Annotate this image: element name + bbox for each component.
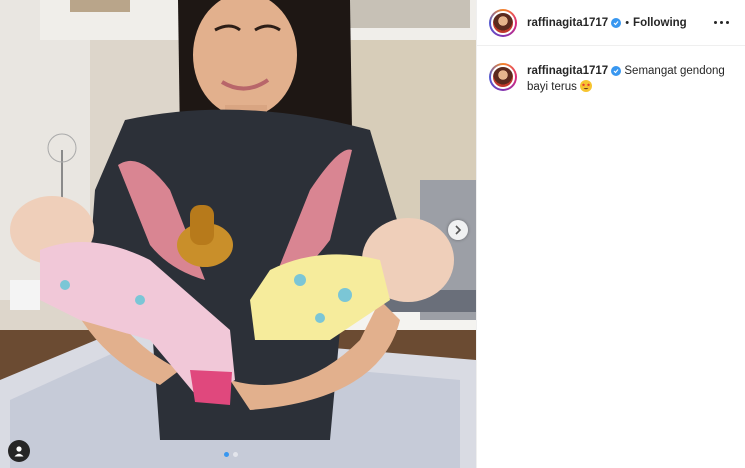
chevron-right-icon xyxy=(455,225,462,235)
caption-body: raffinagita1717 Semangat gendong bayi te… xyxy=(527,63,727,95)
star-struck-emoji-icon xyxy=(579,80,592,92)
photo-illustration xyxy=(0,0,476,468)
next-photo-button[interactable] xyxy=(448,220,468,240)
following-button[interactable]: Following xyxy=(633,17,687,29)
avatar[interactable] xyxy=(489,63,517,91)
post-photo[interactable] xyxy=(0,0,476,468)
profile-picture xyxy=(491,10,515,35)
verified-badge-icon xyxy=(611,65,622,76)
username-link[interactable]: raffinagita1717 xyxy=(527,17,608,29)
user-tag-icon xyxy=(14,446,24,457)
tagged-users-button[interactable] xyxy=(8,440,30,462)
carousel-dot-active xyxy=(224,452,229,457)
avatar[interactable] xyxy=(489,8,517,37)
caption-comment: raffinagita1717 Semangat gendong bayi te… xyxy=(477,46,745,95)
carousel-dot xyxy=(233,452,238,457)
carousel-indicator xyxy=(224,452,238,457)
profile-picture xyxy=(491,65,515,89)
caption-username[interactable]: raffinagita1717 xyxy=(527,65,608,77)
post-detail-panel: raffinagita1717 • Following raffinagita1… xyxy=(476,0,745,468)
more-options-icon[interactable] xyxy=(710,17,733,28)
verified-badge-icon xyxy=(611,17,622,28)
header-separator: • xyxy=(625,16,630,29)
post-header: raffinagita1717 • Following xyxy=(477,0,745,46)
